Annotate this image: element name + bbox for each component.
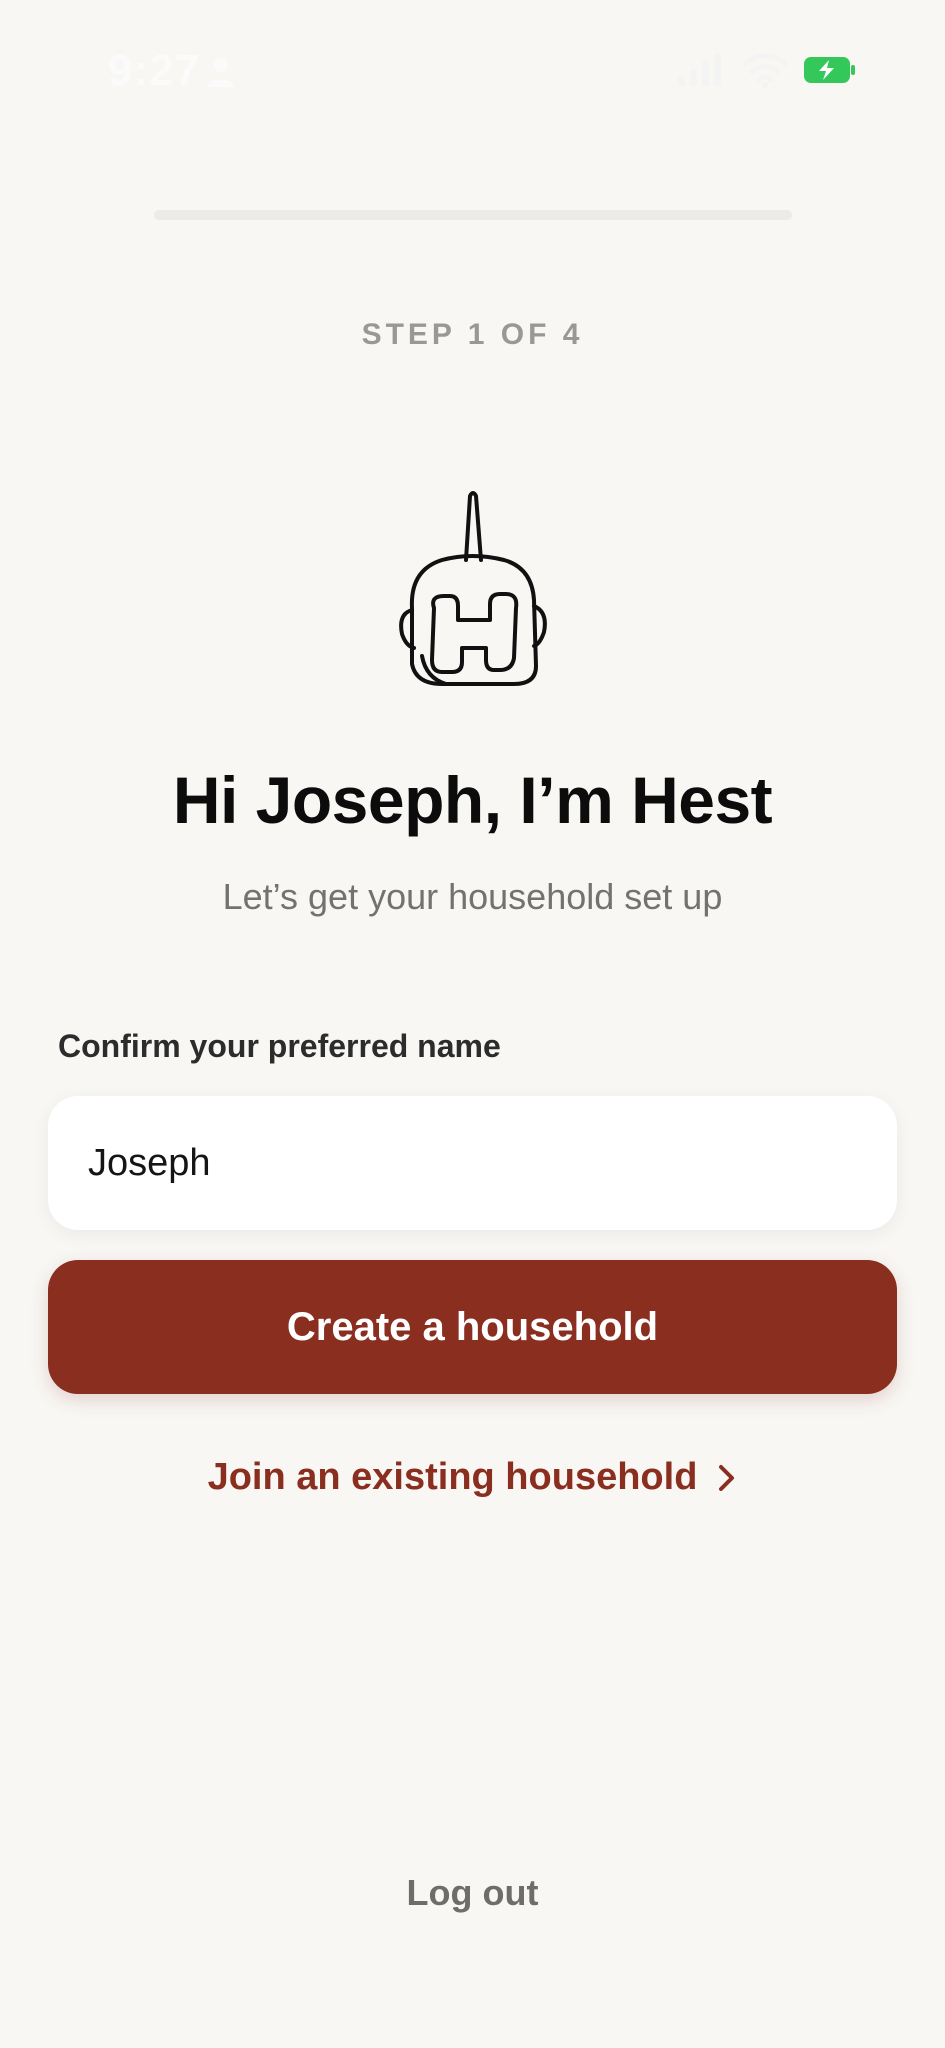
battery-charging-icon xyxy=(804,57,855,83)
hest-mascot-icon xyxy=(399,491,547,686)
wifi-icon xyxy=(742,53,788,88)
signal-icon xyxy=(678,53,721,86)
create-household-button[interactable]: Create a household xyxy=(48,1260,897,1394)
page-title: Hi Joseph, I’m Hest xyxy=(172,763,773,837)
step-label: STEP 1 OF 4 xyxy=(361,318,584,351)
join-household-label: Join an existing household xyxy=(207,1456,698,1498)
preferred-name-input[interactable] xyxy=(48,1096,897,1230)
page-subtitle: Let’s get your household set up xyxy=(222,876,723,917)
progress-fill xyxy=(154,210,314,220)
join-household-link[interactable]: Join an existing household xyxy=(0,1456,945,1499)
status-time: 9:27 xyxy=(108,46,201,95)
chevron-right-icon xyxy=(719,1464,735,1491)
name-field-label: Confirm your preferred name xyxy=(58,1028,501,1064)
progress-bar xyxy=(154,210,792,220)
status-bar: 9:27 xyxy=(0,0,945,140)
logout-button[interactable]: Log out xyxy=(0,1872,945,1914)
person-icon xyxy=(208,58,234,87)
